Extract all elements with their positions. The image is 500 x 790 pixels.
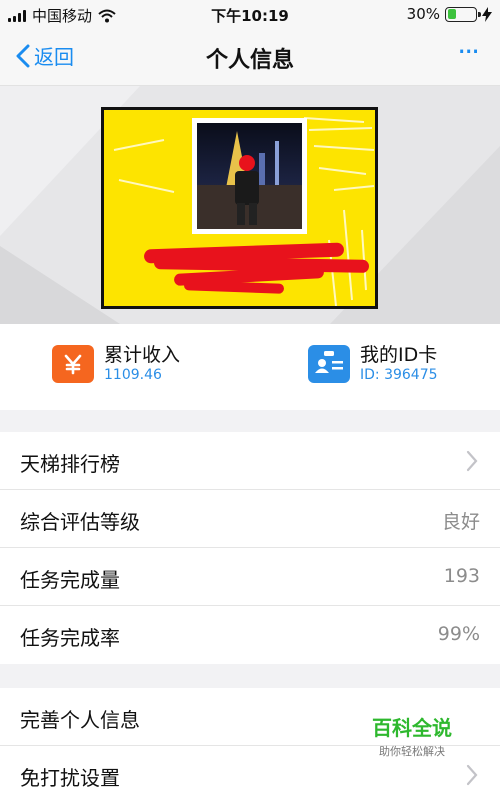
chevron-right-icon bbox=[466, 450, 478, 472]
list-item-value: 良好 bbox=[441, 511, 480, 533]
income-text: 累计收入 1109.46 bbox=[104, 344, 180, 384]
list-item-label: 完善个人信息 bbox=[20, 708, 140, 732]
battery-percent: 30% bbox=[406, 5, 440, 23]
more-button[interactable]: ··· bbox=[457, 35, 480, 68]
income-shortcut[interactable]: 累计收入 1109.46 bbox=[52, 344, 180, 384]
watermark-logo: 百科全说 助你轻松解决 bbox=[356, 712, 468, 759]
charging-icon bbox=[482, 6, 492, 22]
more-icon: ··· bbox=[457, 35, 480, 68]
list-item-value: 99% bbox=[437, 623, 480, 645]
battery-fill bbox=[447, 9, 456, 19]
list-item-label: 免打扰设置 bbox=[20, 766, 120, 790]
list-item-task-rate[interactable]: 任务完成率 99% bbox=[0, 606, 500, 664]
list-item-label: 综合评估等级 bbox=[20, 510, 140, 534]
shortcut-panel: 累计收入 1109.46 我的ID卡 ID: 396475 bbox=[0, 324, 500, 410]
nav-bar: 返回 个人信息 ··· bbox=[0, 28, 500, 86]
chevron-right-icon bbox=[466, 764, 478, 786]
id-card-shortcut[interactable]: 我的ID卡 ID: 396475 bbox=[308, 344, 438, 384]
battery-icon bbox=[445, 6, 481, 22]
watermark-title: 百科全说 bbox=[372, 716, 452, 740]
status-right: 30% bbox=[407, 5, 492, 23]
income-value: 1109.46 bbox=[104, 367, 162, 383]
profile-photo-card[interactable] bbox=[101, 107, 378, 309]
profile-photo bbox=[197, 123, 302, 229]
id-card-text: 我的ID卡 ID: 396475 bbox=[360, 344, 438, 384]
income-title: 累计收入 bbox=[104, 344, 181, 366]
list-item-label: 任务完成率 bbox=[20, 626, 120, 650]
list-item-label: 任务完成量 bbox=[20, 568, 120, 592]
id-card-icon bbox=[308, 345, 350, 383]
profile-banner bbox=[0, 86, 500, 324]
list-item-label: 天梯排行榜 bbox=[20, 452, 120, 476]
list-item-evaluation-level[interactable]: 综合评估等级 良好 bbox=[0, 490, 500, 548]
yen-icon bbox=[52, 345, 94, 383]
id-card-value: ID: 396475 bbox=[360, 367, 438, 383]
stats-list: 天梯排行榜 综合评估等级 良好 任务完成量 193 任务完成率 99% bbox=[0, 432, 500, 664]
list-item-ladder-ranking[interactable]: 天梯排行榜 bbox=[0, 432, 500, 490]
list-item-value: 193 bbox=[443, 565, 480, 587]
profile-photo-frame bbox=[192, 118, 307, 234]
watermark-subtitle: 助你轻松解决 bbox=[379, 745, 445, 758]
id-card-title: 我的ID卡 bbox=[360, 344, 438, 366]
list-item-task-count[interactable]: 任务完成量 193 bbox=[0, 548, 500, 606]
status-bar: 中国移动 下午10:19 30% bbox=[0, 0, 500, 28]
page-title: 个人信息 bbox=[205, 48, 294, 73]
